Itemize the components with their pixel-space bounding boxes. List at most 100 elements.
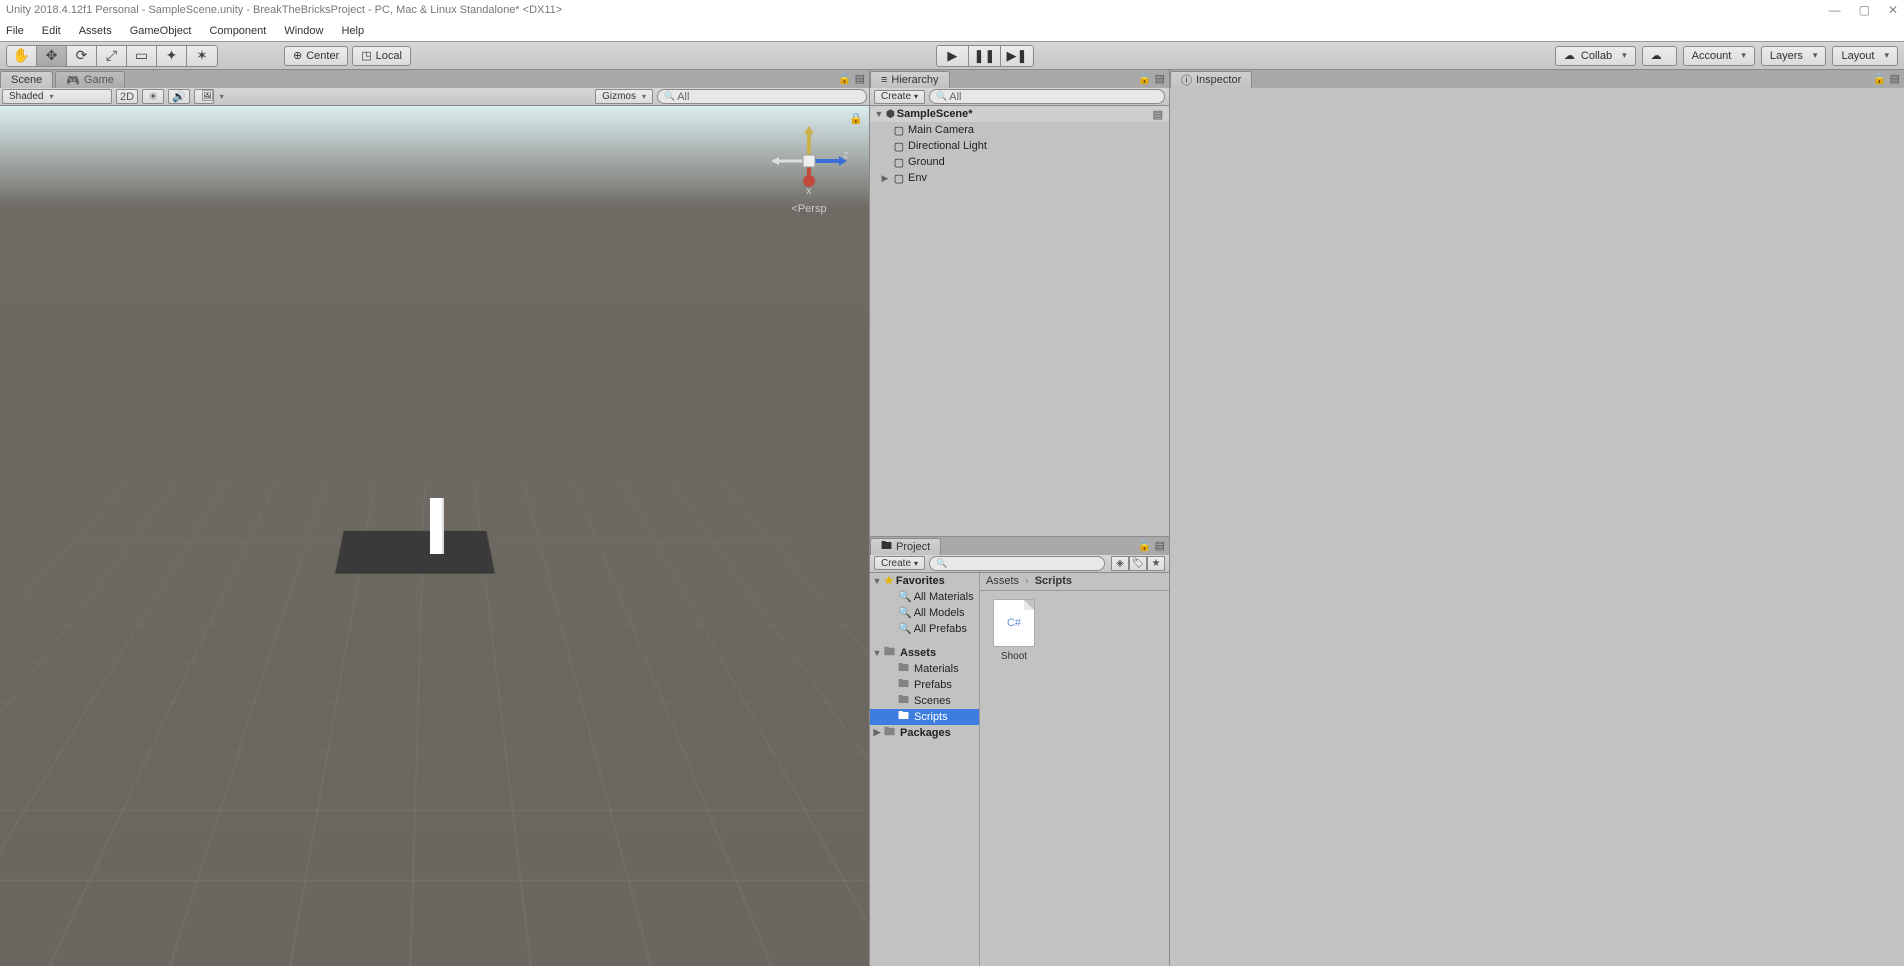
assets-header[interactable]: ▼🖿Assets: [870, 645, 979, 661]
search-by-type-icon[interactable]: ◈: [1111, 556, 1129, 571]
menu-edit[interactable]: Edit: [42, 25, 61, 37]
pivot-local-button[interactable]: ◳Local: [352, 46, 411, 66]
folder-item[interactable]: 🖿Materials: [870, 661, 979, 677]
search-icon: 🔍: [898, 590, 912, 603]
project-panel: 🖿Project 🔒▤ Create ◈ 🏷 ★ ▼★Favorites 🔍Al…: [870, 536, 1169, 966]
hierarchy-toolbar: Create All: [870, 88, 1169, 106]
orientation-gizmo[interactable]: z y x <Persp: [769, 126, 849, 226]
project-create-button[interactable]: Create: [874, 556, 925, 570]
hierarchy-item[interactable]: ▢Directional Light: [870, 138, 1169, 154]
main-area: Scene 🎮Game 🔒▤ Shaded 2D ☀ 🔊 🖼 Gizmos Al…: [0, 70, 1904, 966]
hierarchy-create-button[interactable]: Create: [874, 90, 925, 104]
tab-hierarchy[interactable]: ≡Hierarchy: [870, 71, 950, 88]
tab-game[interactable]: 🎮Game: [55, 71, 125, 88]
panel-lock-icon[interactable]: 🔒: [838, 72, 852, 85]
folder-item[interactable]: 🖿Prefabs: [870, 677, 979, 693]
move-tool-icon[interactable]: ✥: [37, 46, 67, 66]
account-button[interactable]: Account: [1683, 46, 1755, 66]
inspector-body: [1170, 88, 1904, 966]
save-search-icon[interactable]: ★: [1147, 556, 1165, 571]
hand-tool-icon[interactable]: ✋: [7, 46, 37, 66]
shading-dropdown[interactable]: Shaded: [2, 89, 112, 104]
play-button-icon[interactable]: ▶: [937, 46, 969, 66]
favorite-item[interactable]: 🔍All Prefabs: [870, 621, 979, 637]
hierarchy-item[interactable]: ▶▢Env: [870, 170, 1169, 186]
menu-file[interactable]: File: [6, 25, 24, 37]
breadcrumb-current[interactable]: Scripts: [1035, 575, 1072, 587]
hierarchy-icon: ≡: [881, 74, 887, 86]
hierarchy-item[interactable]: ▢Main Camera: [870, 122, 1169, 138]
favorite-item[interactable]: 🔍All Materials: [870, 589, 979, 605]
menu-window[interactable]: Window: [284, 25, 323, 37]
asset-item[interactable]: C# Shoot: [988, 599, 1040, 662]
panel-menu-icon[interactable]: ▤: [855, 72, 865, 85]
favorites-header[interactable]: ▼★Favorites: [870, 573, 979, 589]
asset-label: Shoot: [1001, 651, 1027, 662]
gizmos-dropdown[interactable]: Gizmos: [595, 89, 653, 104]
menu-assets[interactable]: Assets: [79, 25, 112, 37]
toggle-lighting-icon[interactable]: ☀: [142, 89, 164, 104]
folder-icon: 🖿: [884, 643, 898, 662]
gameobject-icon: ▢: [892, 172, 906, 184]
step-button-icon[interactable]: ▶❚: [1001, 46, 1033, 66]
game-icon: 🎮: [66, 74, 80, 87]
tab-inspector[interactable]: ⓘInspector: [1170, 71, 1252, 88]
pause-button-icon[interactable]: ❚❚: [969, 46, 1001, 66]
layers-button[interactable]: Layers: [1761, 46, 1827, 66]
rect-tool-icon[interactable]: ▭: [127, 46, 157, 66]
collab-button[interactable]: ☁Collab: [1555, 46, 1636, 66]
panel-lock-icon[interactable]: 🔒: [1138, 539, 1152, 552]
pivot-center-button[interactable]: ⊕Center: [284, 46, 348, 66]
folder-item[interactable]: 🖿Scenes: [870, 693, 979, 709]
panel-lock-icon[interactable]: 🔒: [1873, 72, 1887, 85]
hierarchy-item[interactable]: ▢Ground: [870, 154, 1169, 170]
hierarchy-tab-row: ≡Hierarchy 🔒▤: [870, 70, 1169, 88]
folder-icon: 🖿: [898, 707, 912, 726]
packages-header[interactable]: ▶🖿Packages: [870, 725, 979, 741]
scene-search-input[interactable]: All: [657, 89, 867, 104]
fold-icon[interactable]: ▶: [880, 173, 890, 184]
chevron-right-icon: ›: [1025, 575, 1029, 587]
cloud-button[interactable]: ☁: [1642, 46, 1677, 66]
panel-menu-icon[interactable]: ▤: [1155, 72, 1165, 85]
menu-component[interactable]: Component: [209, 25, 266, 37]
tab-scene[interactable]: Scene: [0, 71, 53, 88]
panel-lock-icon[interactable]: 🔒: [1138, 72, 1152, 85]
panel-menu-icon[interactable]: ▤: [1155, 539, 1165, 552]
search-by-label-icon[interactable]: 🏷: [1129, 556, 1147, 571]
toggle-fx-icon[interactable]: 🖼: [194, 89, 214, 104]
project-grid: Assets › Scripts C# Shoot: [980, 573, 1169, 966]
scene-menu-icon[interactable]: ▤: [1153, 108, 1163, 121]
scale-tool-icon[interactable]: ⤢: [97, 46, 127, 66]
projection-label[interactable]: <Persp: [769, 203, 849, 215]
panel-menu-icon[interactable]: ▤: [1890, 72, 1900, 85]
scene-viewport[interactable]: 🔒 z y x <Persp: [0, 106, 869, 966]
toggle-audio-icon[interactable]: 🔊: [168, 89, 190, 104]
menu-gameobject[interactable]: GameObject: [130, 25, 192, 37]
t:project[interactable]: 🖿Project: [870, 538, 941, 555]
project-search-input[interactable]: [929, 556, 1105, 571]
ground-object[interactable]: [335, 531, 494, 573]
scene-cube[interactable]: [430, 498, 444, 554]
project-tab-row: 🖿Project 🔒▤: [870, 537, 1169, 555]
collab-icon: ☁: [1564, 49, 1575, 62]
toggle-2d[interactable]: 2D: [116, 89, 138, 104]
custom-tool-icon[interactable]: ✶: [187, 46, 217, 66]
hierarchy-scene-row[interactable]: ▼ ⬢ SampleScene* ▤: [870, 106, 1169, 122]
csharp-script-icon: C#: [993, 599, 1035, 647]
viewport-lock-icon[interactable]: 🔒: [849, 112, 863, 125]
menu-help[interactable]: Help: [341, 25, 364, 37]
asset-grid[interactable]: C# Shoot: [980, 591, 1169, 966]
favorite-item[interactable]: 🔍All Models: [870, 605, 979, 621]
toolbar-right: ☁Collab ☁ Account Layers Layout: [1555, 46, 1898, 66]
layout-button[interactable]: Layout: [1832, 46, 1898, 66]
fold-icon[interactable]: ▼: [874, 109, 884, 119]
breadcrumb-root[interactable]: Assets: [986, 575, 1019, 587]
close-icon[interactable]: ✕: [1888, 3, 1898, 17]
maximize-icon[interactable]: ▢: [1859, 3, 1870, 17]
window-controls: — ▢ ✕: [1829, 3, 1898, 17]
hierarchy-search-input[interactable]: All: [929, 89, 1165, 104]
rotate-tool-icon[interactable]: ⟳: [67, 46, 97, 66]
transform-tool-icon[interactable]: ✦: [157, 46, 187, 66]
minimize-icon[interactable]: —: [1829, 3, 1841, 17]
